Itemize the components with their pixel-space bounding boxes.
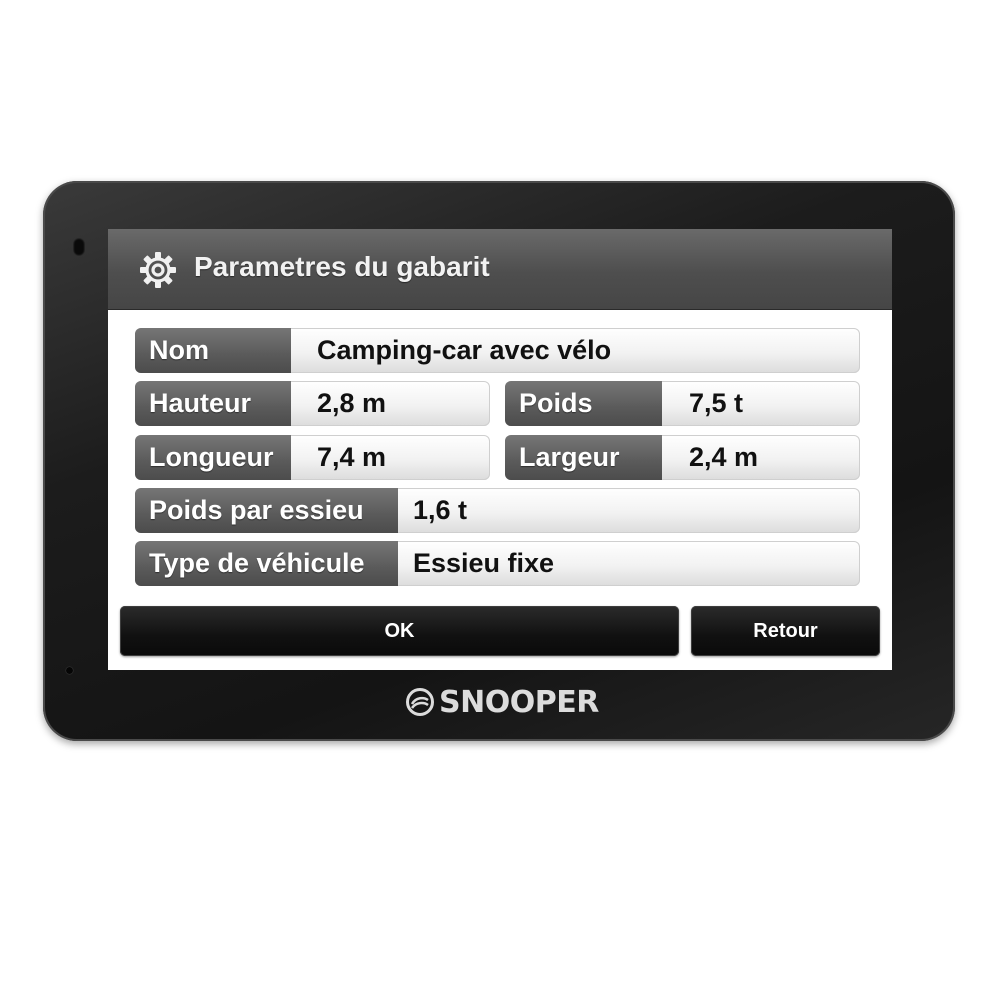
label-largeur: Largeur: [505, 435, 662, 480]
label-nom: Nom: [135, 328, 291, 373]
label-poids-par-essieu: Poids par essieu: [135, 488, 398, 533]
label-type-de-vehicule: Type de véhicule: [135, 541, 398, 586]
row-type-de-vehicule[interactable]: Type de véhicule Essieu fixe: [135, 541, 860, 586]
brand-name: SNOOPER: [439, 684, 599, 720]
value-hauteur: 2,8 m: [317, 388, 387, 418]
device-camera: [73, 238, 85, 256]
gear-icon: [140, 252, 176, 288]
label-hauteur: Hauteur: [135, 381, 291, 426]
row-hauteur[interactable]: Hauteur 2,8 m: [135, 381, 490, 426]
value-poids: 7,5 t: [689, 388, 744, 418]
title-bar: Parametres du gabarit: [108, 229, 892, 310]
row-largeur[interactable]: Largeur 2,4 m: [505, 435, 860, 480]
label-poids: Poids: [505, 381, 662, 426]
value-type-de-vehicule: Essieu fixe: [413, 548, 555, 578]
value-largeur: 2,4 m: [689, 442, 759, 472]
retour-button[interactable]: Retour: [691, 606, 880, 656]
row-nom[interactable]: Nom Camping-car avec vélo: [135, 328, 860, 373]
brand-logo: SNOOPER: [405, 684, 599, 720]
value-longueur: 7,4 m: [317, 442, 387, 472]
screen: Parametres du gabarit Nom Camping-car av…: [108, 229, 892, 670]
snooper-logo-icon: [406, 688, 434, 716]
value-poids-par-essieu: 1,6 t: [413, 495, 468, 525]
device-microphone: [66, 667, 73, 674]
value-nom: Camping-car avec vélo: [317, 335, 612, 365]
page-title: Parametres du gabarit: [194, 251, 490, 282]
row-poids[interactable]: Poids 7,5 t: [505, 381, 860, 426]
row-poids-par-essieu[interactable]: Poids par essieu 1,6 t: [135, 488, 860, 533]
label-longueur: Longueur: [135, 435, 291, 480]
row-longueur[interactable]: Longueur 7,4 m: [135, 435, 490, 480]
ok-button[interactable]: OK: [120, 606, 679, 656]
